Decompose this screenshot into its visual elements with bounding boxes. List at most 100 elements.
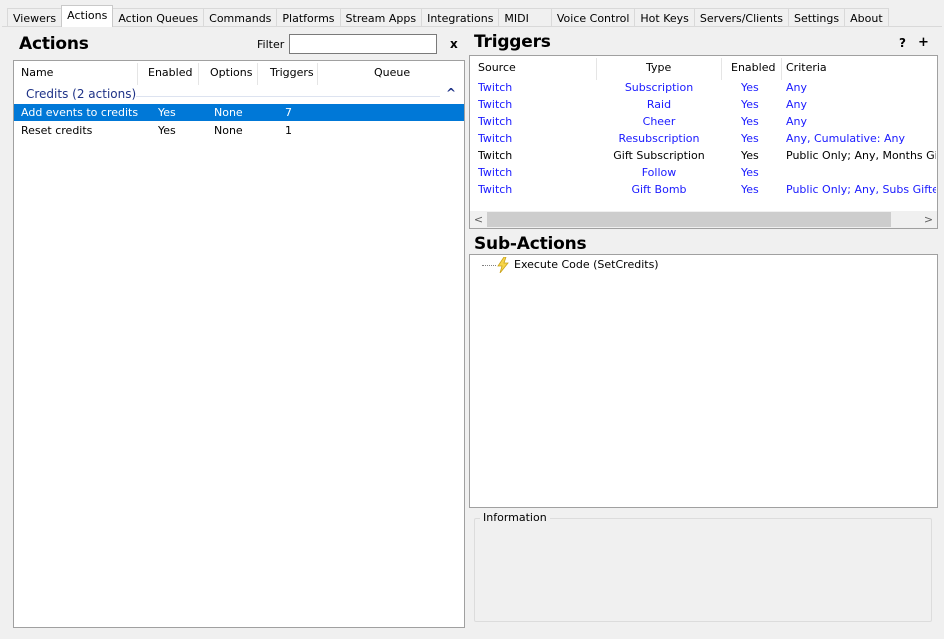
tab-voice-control[interactable]: Voice Control [550, 8, 636, 27]
group-divider [136, 96, 440, 97]
trigger-type: Gift Subscription [613, 149, 705, 162]
trigger-type: Raid [646, 98, 672, 111]
trigger-row[interactable]: Twitch Subscription Yes Any [470, 79, 937, 96]
tab-settings[interactable]: Settings [788, 8, 846, 27]
column-header-source[interactable]: Source [478, 56, 516, 80]
trigger-row[interactable]: Twitch Cheer Yes Any [470, 113, 937, 130]
trigger-source: Twitch [478, 183, 513, 196]
tab-strip: Viewers Actions Action Queues Commands P… [7, 5, 889, 27]
trigger-enabled: Yes [741, 81, 759, 94]
actions-title: Actions [19, 34, 89, 54]
lightning-icon [497, 257, 509, 273]
trigger-source: Twitch [478, 98, 513, 111]
column-separator [137, 63, 138, 85]
action-row-add-events[interactable]: Add events to credits Yes None 7 [14, 104, 464, 121]
tab-midi[interactable]: MIDI [498, 8, 552, 27]
tree-connector [482, 265, 496, 266]
trigger-source: Twitch [478, 149, 513, 162]
column-separator [781, 58, 782, 80]
actions-list[interactable]: ^ Name Enabled Options Triggers Queue Cr… [13, 60, 465, 628]
tab-hot-keys[interactable]: Hot Keys [634, 8, 695, 27]
scroll-right-icon[interactable]: > [920, 211, 937, 228]
tab-integrations[interactable]: Integrations [421, 8, 500, 27]
subactions-tree[interactable]: Execute Code (SetCredits) [469, 254, 938, 508]
tab-action-queues[interactable]: Action Queues [112, 8, 205, 27]
tab-divider [2, 26, 942, 27]
trigger-criteria: Any [786, 115, 808, 128]
trigger-source: Twitch [478, 166, 513, 179]
trigger-row[interactable]: Twitch Raid Yes Any [470, 96, 937, 113]
tab-commands[interactable]: Commands [203, 8, 278, 27]
trigger-type: Gift Bomb [631, 183, 687, 196]
column-header-enabled[interactable]: Enabled [731, 56, 775, 80]
information-label: Information [480, 511, 550, 524]
column-header-enabled[interactable]: Enabled [148, 61, 192, 85]
column-header-criteria[interactable]: Criteria [786, 56, 827, 80]
tab-actions[interactable]: Actions [61, 5, 114, 27]
trigger-enabled: Yes [741, 98, 759, 111]
trigger-source: Twitch [478, 81, 513, 94]
column-header-name[interactable]: Name [21, 61, 53, 85]
trigger-row[interactable]: Twitch Resubscription Yes Any, Cumulativ… [470, 130, 937, 147]
trigger-criteria: Any [786, 81, 808, 94]
trigger-type: Follow [641, 166, 677, 179]
action-options: None [214, 124, 243, 137]
trigger-source: Twitch [478, 132, 513, 145]
information-group [474, 518, 932, 622]
trigger-row[interactable]: Twitch Gift Subscription Yes Public Only… [470, 147, 937, 164]
trigger-enabled: Yes [741, 132, 759, 145]
tab-servers-clients[interactable]: Servers/Clients [693, 8, 789, 27]
trigger-criteria: Any [786, 98, 808, 111]
collapse-chevron-icon[interactable]: ^ [446, 86, 456, 100]
column-separator [257, 63, 258, 85]
horizontal-scrollbar[interactable]: < > [470, 211, 937, 228]
trigger-criteria: Public Only; Any, Subs Gifted: A [786, 183, 936, 196]
action-row-reset-credits[interactable]: Reset credits Yes None 1 [14, 122, 464, 139]
trigger-enabled: Yes [741, 183, 759, 196]
filter-label: Filter [257, 38, 285, 51]
action-enabled: Yes [158, 124, 176, 137]
column-separator [198, 63, 199, 85]
trigger-enabled: Yes [741, 115, 759, 128]
subaction-execute-code[interactable]: Execute Code (SetCredits) [514, 257, 659, 273]
column-header-options[interactable]: Options [210, 61, 252, 85]
trigger-enabled: Yes [741, 149, 759, 162]
tab-stream-apps[interactable]: Stream Apps [339, 8, 423, 27]
column-separator [317, 63, 318, 85]
column-separator [596, 58, 597, 80]
column-header-triggers[interactable]: Triggers [270, 61, 314, 85]
add-trigger-button[interactable]: + [918, 35, 929, 50]
trigger-enabled: Yes [741, 166, 759, 179]
column-separator [721, 58, 722, 80]
action-name: Add events to credits [21, 106, 139, 119]
clear-filter-button[interactable]: x [450, 37, 458, 51]
sort-ascending-icon: ^ [72, 60, 81, 68]
main-tab-bar: Viewers Actions Action Queues Commands P… [0, 0, 944, 27]
action-name: Reset credits [21, 124, 93, 137]
tab-about[interactable]: About [844, 8, 889, 27]
action-triggers: 1 [285, 124, 292, 137]
action-triggers: 7 [285, 106, 292, 119]
column-header-type[interactable]: Type [646, 56, 671, 80]
trigger-criteria: Public Only; Any, Months Gifted [786, 149, 936, 162]
help-button[interactable]: ? [899, 36, 906, 50]
filter-input[interactable] [289, 34, 437, 54]
action-options: None [214, 106, 243, 119]
trigger-source: Twitch [478, 115, 513, 128]
subactions-title: Sub-Actions [474, 234, 587, 254]
action-enabled: Yes [158, 106, 176, 119]
trigger-type: Subscription [624, 81, 694, 94]
group-header-credits[interactable]: Credits (2 actions) [26, 87, 136, 101]
trigger-criteria: Any, Cumulative: Any [786, 132, 905, 145]
scrollbar-thumb[interactable] [487, 212, 891, 227]
column-header-queue[interactable]: Queue [374, 61, 410, 85]
trigger-row[interactable]: Twitch Follow Yes [470, 164, 937, 181]
tab-viewers[interactable]: Viewers [7, 8, 63, 27]
triggers-title: Triggers [474, 32, 551, 52]
scroll-left-icon[interactable]: < [470, 211, 487, 228]
trigger-type: Cheer [642, 115, 676, 128]
trigger-row[interactable]: Twitch Gift Bomb Yes Public Only; Any, S… [470, 181, 937, 198]
trigger-type: Resubscription [618, 132, 700, 145]
triggers-list[interactable]: Source Type Enabled Criteria Twitch Subs… [469, 55, 938, 229]
tab-platforms[interactable]: Platforms [276, 8, 341, 27]
